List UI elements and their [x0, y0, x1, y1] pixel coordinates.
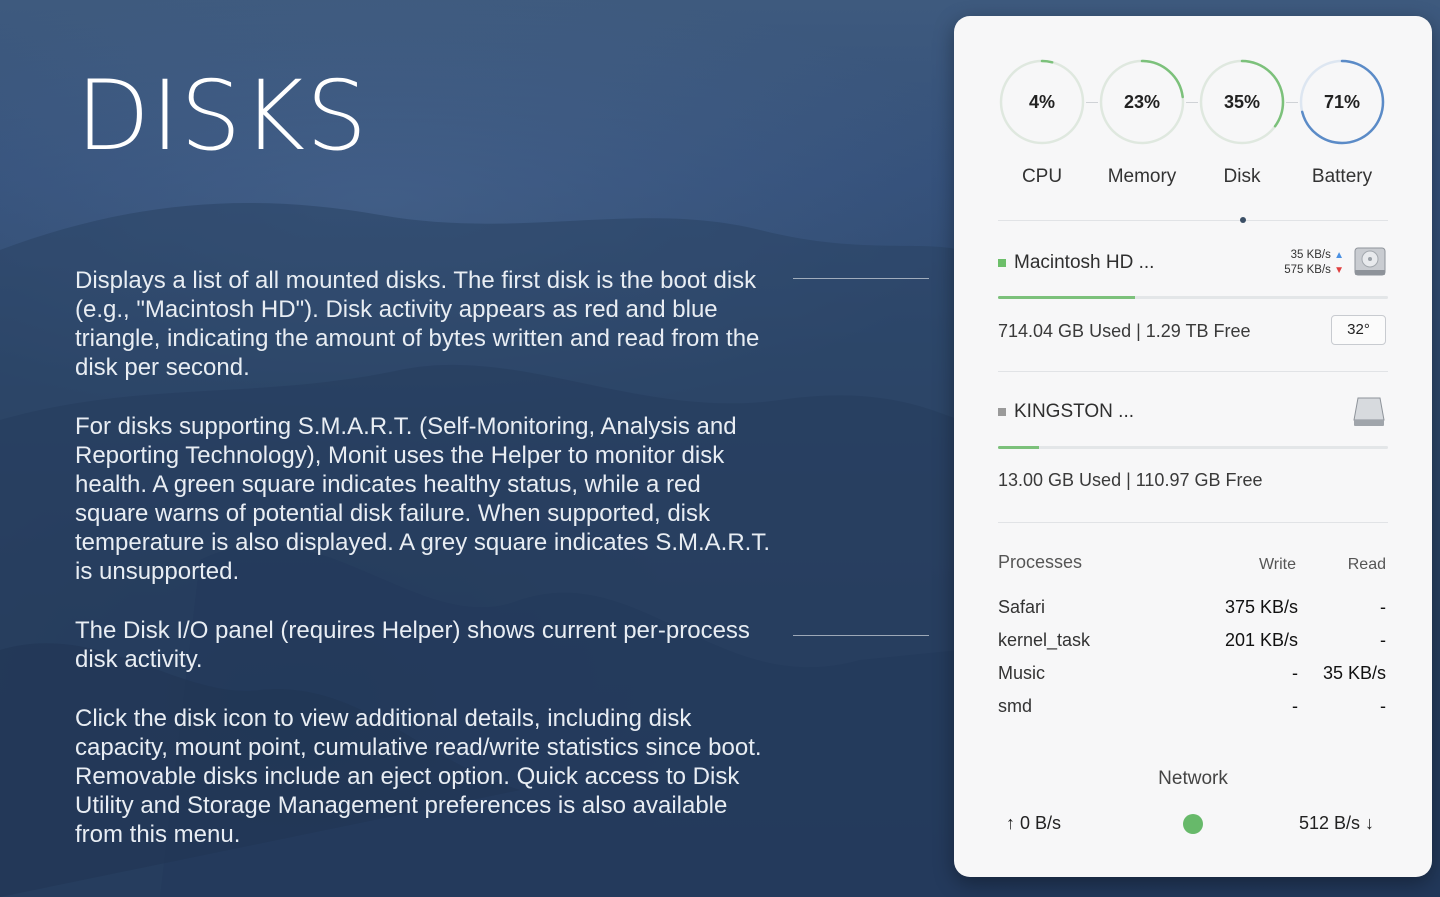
process-read: -: [1380, 696, 1386, 716]
process-read: -: [1380, 630, 1386, 650]
internal-drive-icon[interactable]: [1354, 246, 1386, 276]
process-row: smd - -: [998, 696, 1386, 726]
process-read: 35 KB/s: [1322, 663, 1386, 683]
network-upload: ↑ 0 B/s: [1006, 813, 1061, 834]
disk-usage-bar: [998, 296, 1388, 299]
external-drive-icon[interactable]: [1353, 396, 1385, 426]
write-triangle-icon: ▲: [1334, 250, 1344, 261]
divider: [998, 522, 1388, 523]
process-row: Safari 375 KB/s -: [998, 597, 1386, 627]
divider: [998, 220, 1388, 221]
gauge-link: [1286, 102, 1298, 103]
download-rate: 512 B/s: [1298, 813, 1360, 833]
description-paragraph-2: For disks supporting S.M.A.R.T. (Self-Mo…: [75, 413, 771, 585]
process-write: -: [1292, 663, 1298, 683]
battery-gauge[interactable]: 71%: [1298, 58, 1386, 146]
disk-name-label: Macintosh HD ...: [1014, 252, 1155, 273]
disk-temperature-badge: 32°: [1331, 315, 1386, 345]
process-write: -: [1292, 696, 1298, 716]
read-rate: 575 KB/s: [1284, 264, 1331, 276]
download-arrow-icon: ↓: [1365, 813, 1374, 833]
process-name: Safari: [998, 597, 1046, 617]
disk-item-macintosh-hd[interactable]: Macintosh HD ...: [998, 252, 1154, 274]
process-read: -: [1380, 597, 1386, 617]
memory-gauge-value: 23%: [1123, 91, 1161, 112]
connector-line-processes: [793, 635, 929, 636]
process-write: 375 KB/s: [1224, 597, 1298, 617]
disk-usage-text: 13.00 GB Used | 110.97 GB Free: [998, 470, 1263, 490]
upload-rate: 0 B/s: [1020, 813, 1062, 833]
cpu-gauge-value: 4%: [1028, 91, 1055, 112]
page-title: DISKS: [76, 60, 369, 172]
connector-line-disks: [793, 278, 929, 279]
disk-gauge[interactable]: 35%: [1198, 58, 1286, 146]
page-indicator-dot[interactable]: [1240, 217, 1246, 223]
smart-status-square: [998, 408, 1006, 416]
smart-status-square: [998, 259, 1006, 267]
process-row: Music - 35 KB/s: [998, 663, 1386, 693]
write-rate: 35 KB/s: [1290, 249, 1331, 261]
disk-usage-bar: [998, 446, 1388, 449]
battery-gauge-value: 71%: [1323, 91, 1361, 112]
read-triangle-icon: ▼: [1334, 265, 1344, 276]
memory-gauge[interactable]: 23%: [1098, 58, 1186, 146]
disk-gauge-value: 35%: [1223, 91, 1261, 112]
description-paragraph-4: Click the disk icon to view additional d…: [75, 705, 762, 848]
disk-usage-text: 714.04 GB Used | 1.29 TB Free: [998, 321, 1251, 341]
upload-arrow-icon: ↑: [1006, 813, 1015, 833]
gauge-row: 4% 23% 35% 71%: [998, 58, 1392, 148]
description-paragraph-1: Displays a list of all mounted disks. Th…: [75, 267, 760, 381]
process-write: 201 KB/s: [1224, 630, 1298, 650]
process-name: kernel_task: [998, 630, 1091, 650]
processes-header: Processes: [998, 552, 1083, 572]
process-name: smd: [998, 696, 1033, 716]
monit-panel: 4% 23% 35% 71% CPU Memory Disk Battery M…: [954, 16, 1432, 877]
disk-item-kingston[interactable]: KINGSTON ...: [998, 401, 1134, 423]
process-row: kernel_task 201 KB/s -: [998, 630, 1386, 660]
read-column-header: Read: [1347, 556, 1386, 573]
network-title: Network: [1158, 768, 1228, 789]
battery-label: Battery: [1311, 166, 1373, 187]
gauge-link: [1186, 102, 1198, 103]
disk-name-label: KINGSTON ...: [1014, 401, 1135, 422]
gauge-link: [1086, 102, 1098, 103]
cpu-gauge[interactable]: 4%: [998, 58, 1086, 146]
disk-activity-rates: 35 KB/s ▲ 575 KB/s ▼: [1284, 248, 1344, 278]
process-name: Music: [998, 663, 1046, 683]
network-status-dot: [1183, 814, 1203, 834]
network-download: 512 B/s ↓: [1299, 813, 1374, 834]
description-paragraph-3: The Disk I/O panel (requires Helper) sho…: [75, 617, 750, 673]
write-column-header: Write: [1258, 556, 1296, 573]
divider: [998, 371, 1388, 372]
